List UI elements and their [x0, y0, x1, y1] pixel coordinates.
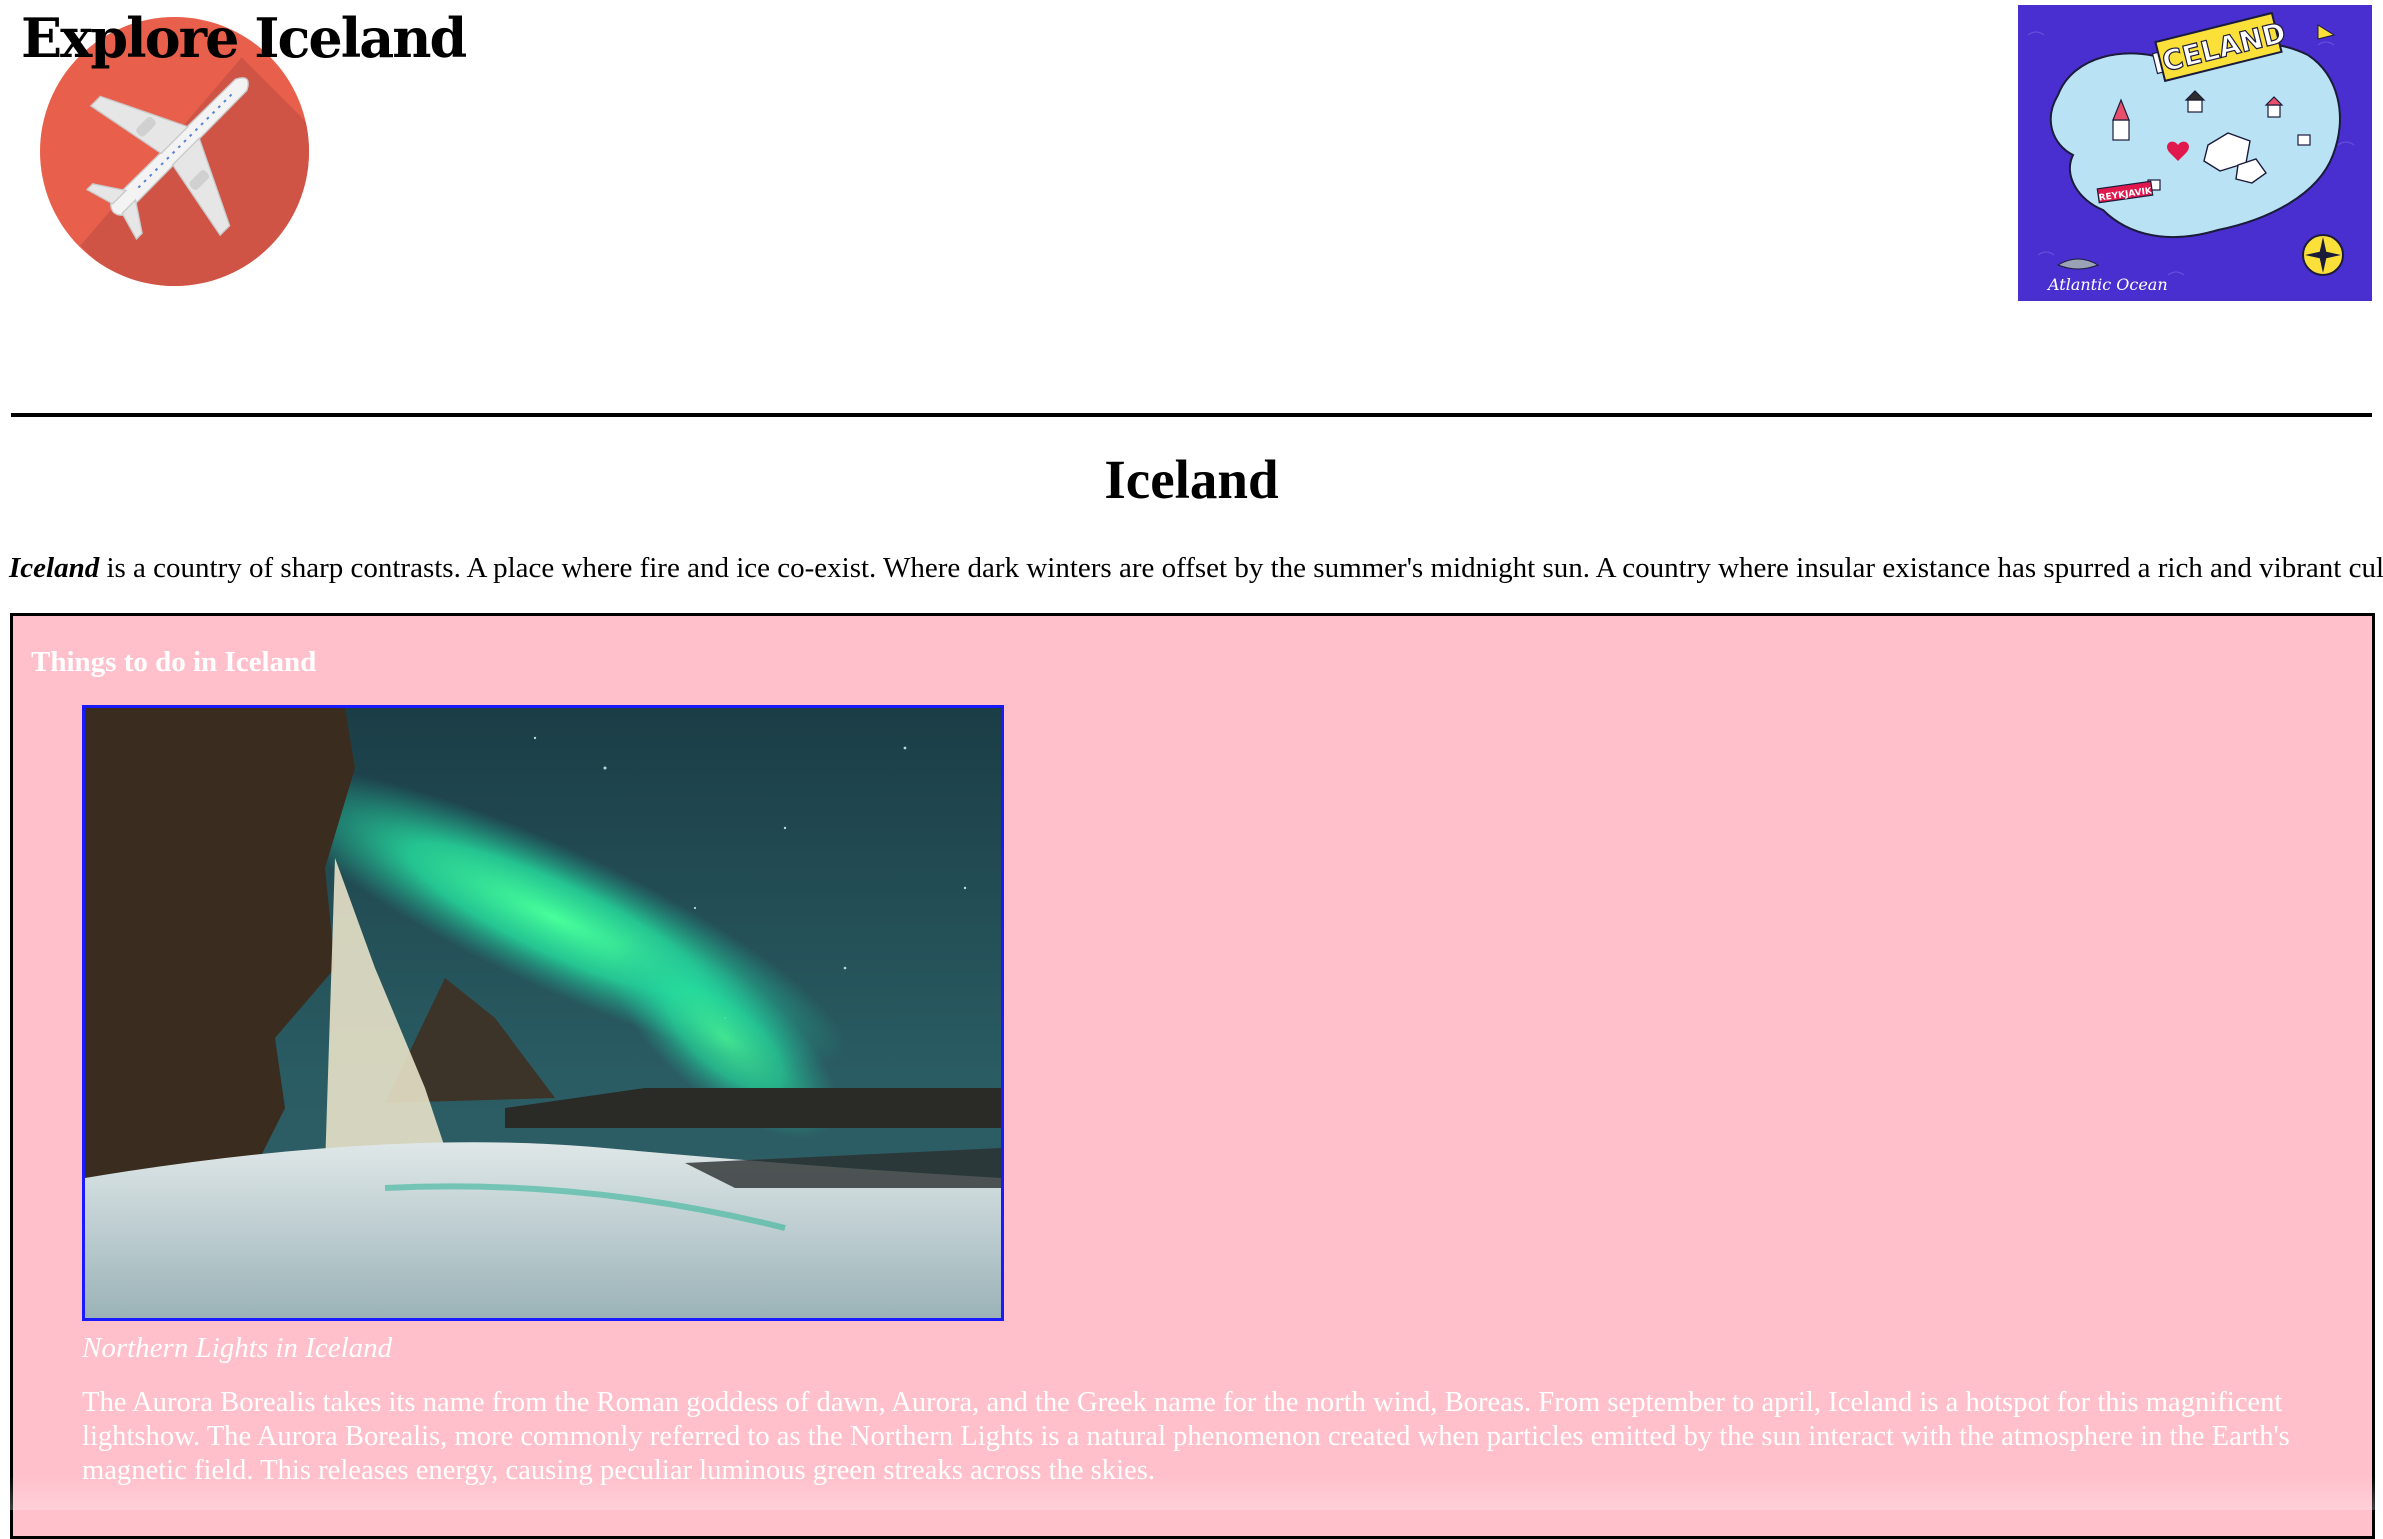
northern-lights-image	[82, 705, 1004, 1321]
intro-paragraph: Iceland is a country of sharp contrasts.…	[9, 548, 2383, 588]
activity-description: The Aurora Borealis takes its name from …	[82, 1387, 2290, 1486]
things-to-do-section: Things to do in Iceland Northern Lights …	[10, 613, 2375, 1539]
iceland-map-illustration: ICELAND REYKJAVIK Atlantic Ocean	[2018, 5, 2372, 301]
map-ocean-label: Atlantic Ocean	[2046, 275, 2168, 294]
site-title: Explore Iceland	[21, 6, 467, 70]
intro-text: is a country of sharp contrasts. A place…	[99, 552, 2383, 584]
image-caption: Northern Lights in Iceland	[82, 1332, 393, 1364]
header-divider	[11, 413, 2372, 417]
things-to-do-heading: Things to do in Iceland	[31, 646, 317, 678]
intro-emphasis: Iceland	[9, 552, 100, 584]
page-heading: Iceland	[1104, 449, 1279, 510]
